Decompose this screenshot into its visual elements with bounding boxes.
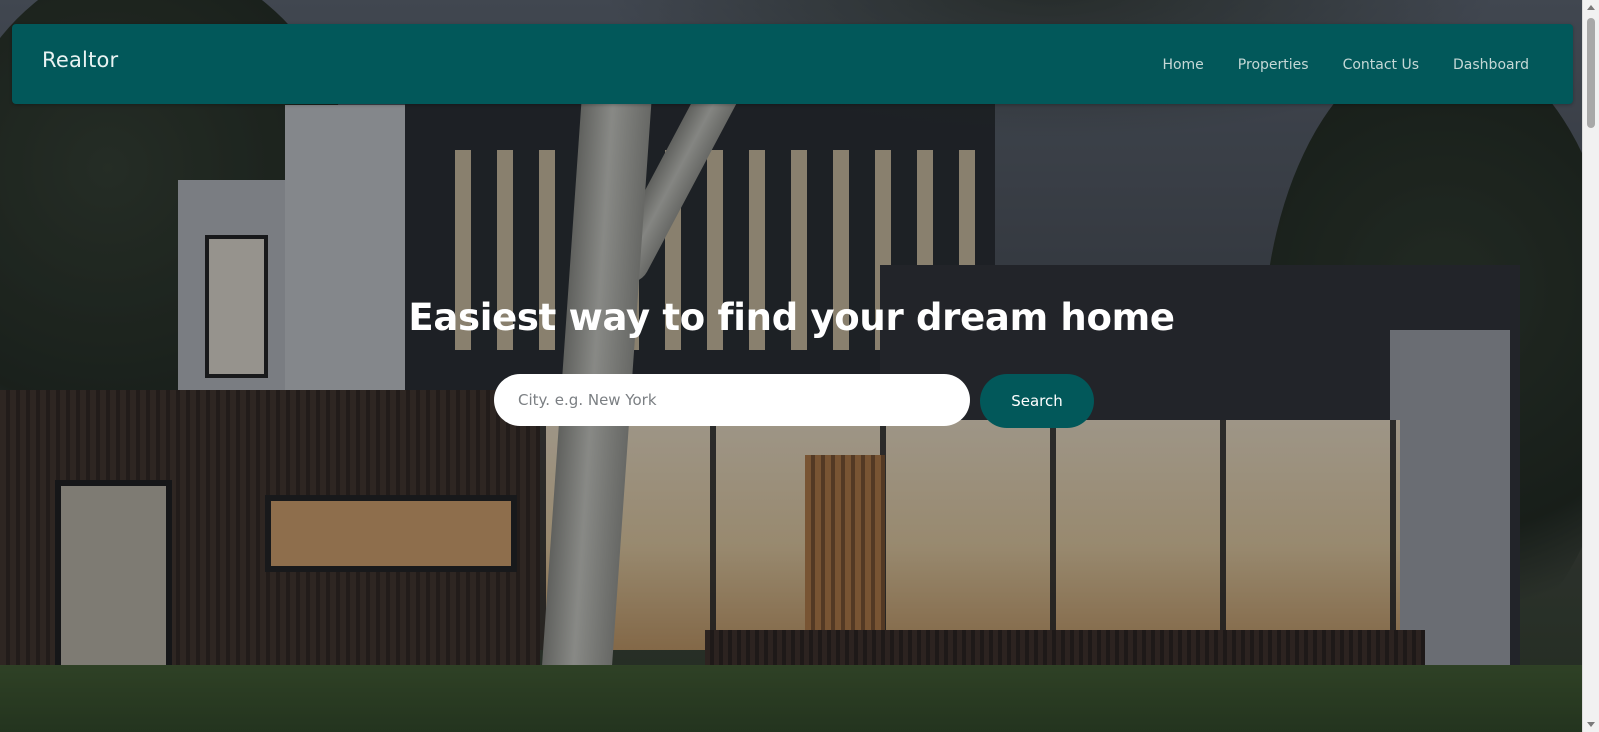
scroll-down-arrow-icon[interactable] bbox=[1587, 722, 1595, 727]
nav-link-contact-us[interactable]: Contact Us bbox=[1343, 57, 1419, 73]
city-search-input[interactable] bbox=[494, 374, 970, 426]
nav-item-contact-us: Contact Us bbox=[1343, 54, 1419, 73]
hero-background-image bbox=[0, 0, 1583, 732]
nav-link-dashboard[interactable]: Dashboard bbox=[1453, 57, 1529, 73]
nav-item-dashboard: Dashboard bbox=[1453, 54, 1529, 73]
hero-title: Easiest way to find your dream home bbox=[408, 296, 1175, 339]
nav-link-properties[interactable]: Properties bbox=[1238, 57, 1309, 73]
nav-item-home: Home bbox=[1162, 54, 1203, 73]
nav-links: Home Properties Contact Us Dashboard bbox=[1162, 54, 1529, 73]
hero-dark-overlay bbox=[0, 0, 1583, 732]
scroll-up-arrow-icon[interactable] bbox=[1587, 5, 1595, 10]
search-button[interactable]: Search bbox=[980, 374, 1094, 428]
page-scrollbar[interactable] bbox=[1582, 0, 1599, 732]
brand-logo[interactable]: Realtor bbox=[42, 48, 118, 72]
nav-item-properties: Properties bbox=[1238, 54, 1309, 73]
scroll-thumb[interactable] bbox=[1587, 18, 1595, 128]
page: Realtor Home Properties Contact Us Dashb… bbox=[0, 0, 1599, 732]
navbar: Realtor Home Properties Contact Us Dashb… bbox=[12, 24, 1573, 104]
nav-link-home[interactable]: Home bbox=[1162, 57, 1203, 73]
